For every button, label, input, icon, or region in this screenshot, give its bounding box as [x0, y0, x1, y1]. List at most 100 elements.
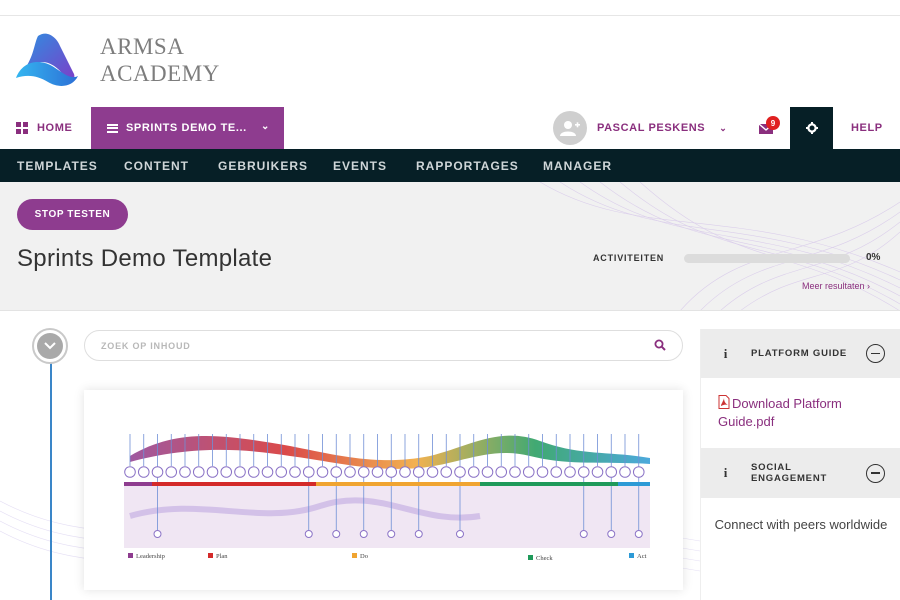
- chevron-down-icon: ⌄: [261, 121, 270, 132]
- grid-icon: [16, 122, 28, 134]
- social-engagement-text: Connect with peers worldwide: [714, 517, 888, 532]
- lower-band: [124, 486, 650, 548]
- sprint-node: [289, 466, 301, 478]
- legend-swatch-act: [629, 553, 634, 558]
- brand-logo[interactable]: ARMSA ACADEMY: [14, 32, 220, 88]
- legend-leadership: Leadership: [136, 553, 165, 560]
- sprint-node: [440, 466, 453, 478]
- collapse-minus-icon[interactable]: [866, 344, 885, 363]
- subnav-gebruikers[interactable]: GEBRUIKERS: [218, 149, 308, 182]
- sprint-node: [522, 466, 535, 478]
- sprint-node: [124, 466, 136, 478]
- sprint-node: [151, 466, 164, 478]
- subnav-events[interactable]: EVENTS: [333, 149, 387, 182]
- subnav-content[interactable]: CONTENT: [124, 149, 189, 182]
- platform-guide-header[interactable]: i PLATFORM GUIDE: [701, 329, 900, 378]
- legend-do: Do: [360, 553, 368, 560]
- chevron-down-icon: [44, 342, 56, 350]
- right-sidebar: i PLATFORM GUIDE Download Platform Guide…: [700, 329, 900, 600]
- platform-guide-download-link[interactable]: Download Platform Guide.pdf: [718, 395, 888, 431]
- sprint-node: [220, 466, 233, 478]
- sprint-subnode: [153, 530, 162, 538]
- subnav-manager[interactable]: MANAGER: [543, 149, 612, 182]
- sprint-node: [371, 466, 384, 478]
- sprint-node: [234, 466, 246, 478]
- sprint-subnode: [359, 530, 368, 538]
- sprint-node: [619, 466, 631, 478]
- sprint-subnode: [634, 530, 643, 538]
- stop-testing-button[interactable]: STOP TESTEN: [17, 199, 128, 230]
- subnav-templates[interactable]: TEMPLATES: [17, 149, 98, 182]
- gear-icon: [805, 122, 818, 134]
- phase-act: [618, 482, 650, 486]
- subnav-rapportages[interactable]: RAPPORTAGES: [416, 149, 519, 182]
- decorative-waves: [539, 182, 900, 310]
- platform-guide-link-text: Download Platform Guide.pdf: [718, 396, 842, 429]
- sprint-node: [591, 466, 604, 478]
- chevron-down-icon: ⌄: [719, 122, 728, 133]
- activities-percent: 0%: [866, 252, 881, 263]
- phase-leadership: [124, 482, 152, 486]
- course-header: STOP TESTEN Sprints Demo Template ACTIVI…: [0, 182, 900, 311]
- sprint-node: [509, 466, 521, 478]
- content-search[interactable]: [84, 330, 683, 361]
- sprint-node: [564, 466, 576, 478]
- sprint-node: [316, 466, 329, 478]
- social-title-line-2: ENGAGEMENT: [751, 473, 828, 484]
- activities-progress-bar: [684, 254, 850, 263]
- legend-swatch-leadership: [128, 553, 133, 558]
- sprint-subnode: [387, 530, 396, 538]
- legend-swatch-plan: [208, 553, 213, 558]
- sprint-diagram-card[interactable]: Leadership Plan Do Check Act: [84, 390, 683, 590]
- legend-swatch-check: [528, 555, 533, 560]
- search-icon[interactable]: [654, 339, 666, 351]
- settings-button[interactable]: [790, 107, 833, 149]
- top-bar: [0, 0, 900, 16]
- toggle-inner: [37, 333, 63, 359]
- sprint-subnode: [332, 530, 341, 538]
- sprint-node: [577, 466, 590, 478]
- user-add-icon: [560, 121, 580, 136]
- user-name: PASCAL PESKENS: [597, 122, 706, 134]
- social-title-line-1: SOCIAL: [751, 462, 792, 473]
- more-results-link[interactable]: Meer resultaten ›: [802, 281, 870, 291]
- sprint-node: [481, 466, 494, 478]
- timeline-line: [50, 361, 52, 600]
- user-menu[interactable]: PASCAL PESKENS ⌄: [553, 110, 727, 146]
- avatar: [553, 111, 587, 145]
- sprint-node: [247, 466, 260, 478]
- sprint-node: [302, 466, 315, 478]
- collapse-minus-icon[interactable]: [866, 463, 885, 483]
- pdf-icon: [718, 395, 730, 409]
- info-icon: i: [723, 465, 729, 480]
- social-engagement-title: SOCIAL ENGAGEMENT: [751, 462, 827, 484]
- sprint-node: [495, 466, 508, 478]
- brand-line-2: ACADEMY: [100, 61, 220, 86]
- collapse-toggle[interactable]: [32, 328, 68, 364]
- sprint-node: [206, 466, 219, 478]
- more-results-label: Meer resultaten: [802, 281, 865, 291]
- sprint-node: [454, 466, 466, 478]
- search-input[interactable]: [101, 340, 641, 351]
- sprint-node: [330, 466, 343, 478]
- sprint-node: [385, 466, 398, 478]
- armsa-logo-icon: [16, 33, 78, 86]
- course-dropdown[interactable]: SPRINTS DEMO TE... ⌄: [91, 107, 284, 149]
- sprint-node: [261, 466, 274, 478]
- sprint-node: [536, 466, 549, 478]
- home-link[interactable]: HOME: [16, 107, 72, 149]
- help-link[interactable]: HELP: [851, 107, 883, 149]
- sprint-node: [344, 466, 356, 478]
- legend-swatch-do: [352, 553, 357, 558]
- menu-icon: [107, 123, 118, 133]
- legend-plan: Plan: [216, 553, 228, 560]
- sprint-node: [426, 466, 439, 478]
- sprint-timeline-diagram: Leadership Plan Do Check Act: [124, 434, 650, 562]
- sprint-node: [605, 466, 618, 478]
- brand-name: ARMSA ACADEMY: [100, 33, 220, 87]
- sprint-node: [412, 466, 425, 478]
- sprint-node: [165, 466, 178, 478]
- page-title: Sprints Demo Template: [17, 245, 273, 272]
- social-engagement-header[interactable]: i SOCIAL ENGAGEMENT: [701, 448, 900, 498]
- course-content: Leadership Plan Do Check Act i PLATFORM …: [0, 311, 900, 600]
